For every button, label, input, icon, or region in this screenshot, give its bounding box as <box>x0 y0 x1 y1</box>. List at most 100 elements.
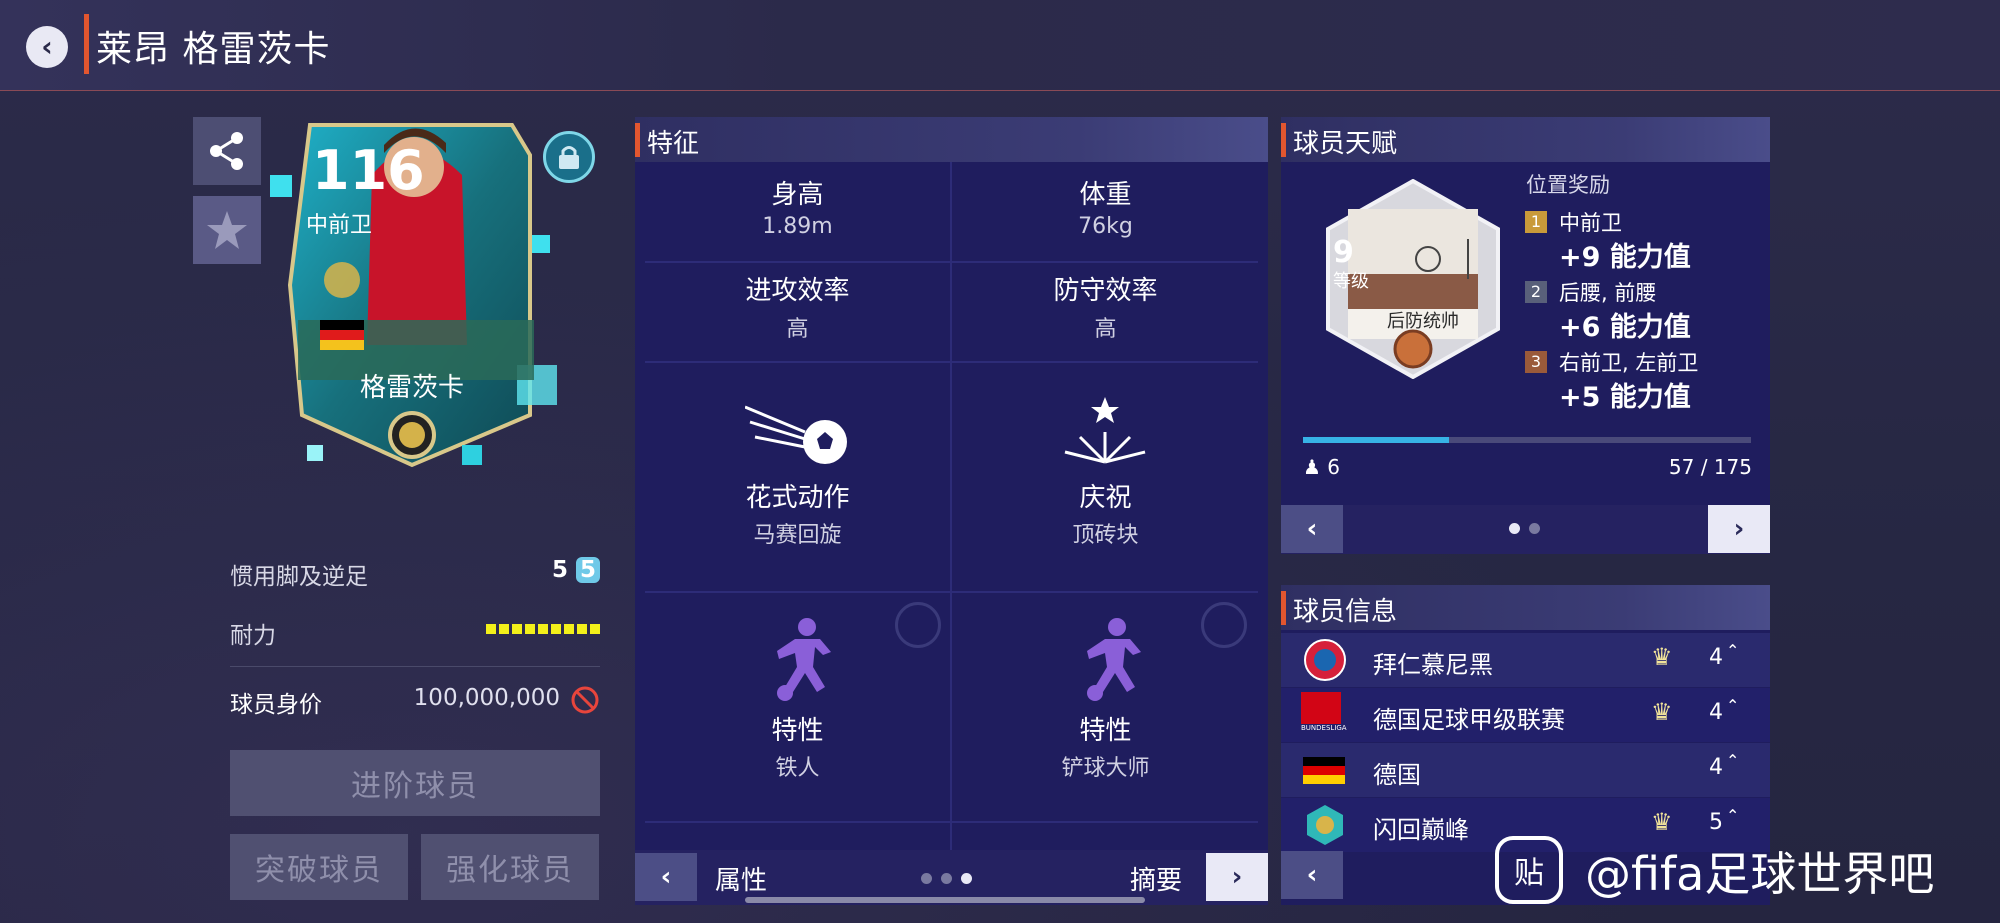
watermark-text: @fifa足球世界吧 <box>1585 847 1935 901</box>
attributes-tab[interactable]: 属性 <box>715 860 767 897</box>
page-dot <box>1529 523 1540 534</box>
talent-progress-track <box>1303 437 1751 443</box>
bonus-rank: 1 <box>1525 211 1547 233</box>
info-row-level: 4 <box>1709 755 1723 780</box>
back-button[interactable]: ‹ <box>26 26 68 68</box>
info-row[interactable]: 德国 4 ⌃ <box>1281 743 1770 797</box>
talent-panel: 球员天赋 9 等级 后防统帅 位置奖励 1 中前卫 +9 能力值 2 后腰, 前腰 +6 … <box>1281 117 1770 554</box>
bonus-position: 右前卫, 左前卫 <box>1559 351 1699 375</box>
attack-label: 进攻效率 <box>745 276 850 306</box>
swap-icon[interactable] <box>895 602 941 648</box>
info-row-name: 闪回巅峰 <box>1373 816 1469 844</box>
height-value: 1.89m <box>762 214 833 239</box>
bonus-position: 中前卫 <box>1559 211 1622 235</box>
lock-button[interactable] <box>543 131 595 183</box>
weight-value: 76kg <box>1078 214 1133 239</box>
crown-icon: ♛ <box>1651 643 1673 671</box>
chevron-left-icon: ‹ <box>1306 860 1318 890</box>
crown-icon: ♛ <box>1651 808 1673 836</box>
card-player-name: 格雷茨卡 <box>359 373 464 403</box>
page-title: 莱昂 格雷茨卡 <box>96 29 331 70</box>
talent-prev-button[interactable]: ‹ <box>1281 505 1343 553</box>
chevron-left-icon: ‹ <box>660 862 672 892</box>
trait2-label: 特性 <box>1079 716 1132 746</box>
person-icon: ♟ <box>1303 455 1321 479</box>
talent-next-button[interactable]: › <box>1708 505 1770 553</box>
divider <box>230 666 600 667</box>
lock-icon <box>559 146 579 169</box>
traits-title: 特征 <box>647 129 700 159</box>
info-title: 球员信息 <box>1293 597 1398 627</box>
player-card[interactable]: 116 中前卫 格雷茨卡 <box>262 115 592 475</box>
crown-icon: ♛ <box>1651 698 1673 726</box>
trait1-label: 特性 <box>771 716 824 746</box>
defense-value: 高 <box>1094 317 1117 342</box>
no-trade-icon <box>570 685 600 721</box>
info-row-level: 4 <box>1709 700 1723 725</box>
traits-next-button[interactable]: › <box>1206 853 1268 901</box>
card-position: 中前卫 <box>306 213 373 238</box>
stamina-segment <box>564 624 574 634</box>
stamina-row: 耐力 <box>230 616 600 650</box>
chevron-left-icon: ‹ <box>41 30 53 63</box>
stamina-segment <box>499 624 509 634</box>
share-button[interactable] <box>193 117 261 185</box>
info-row[interactable]: BUNDESLIGA 德国足球甲级联赛 ♛ 4 ⌃ <box>1281 688 1770 742</box>
info-row[interactable]: 拜仁慕尼黑 ♛ 4 ⌃ <box>1281 633 1770 687</box>
chevron-up-icon: ⌃ <box>1726 806 1740 825</box>
foot-strong-value: 5 <box>551 557 568 583</box>
talent-progress-fill <box>1303 437 1450 443</box>
trait-player-icon <box>1075 617 1145 706</box>
talent-level-num: 9 <box>1333 235 1354 270</box>
bonus-item: 3 右前卫, 左前卫 +5 能力值 <box>1525 347 1765 413</box>
trait1-value: 铁人 <box>775 756 820 781</box>
share-icon <box>210 132 243 170</box>
page-dot <box>1509 523 1520 534</box>
swap-icon[interactable] <box>1201 602 1247 648</box>
bonus-value: +5 能力值 <box>1559 382 1691 413</box>
traits-accent <box>635 123 640 157</box>
info-row-name: 德国足球甲级联赛 <box>1373 706 1565 734</box>
stamina-segment <box>538 624 548 634</box>
break-button[interactable]: 突破球员 <box>230 834 408 900</box>
price-row: 球员身价 100,000,000 <box>230 685 600 719</box>
bonus-title: 位置奖励 <box>1526 173 1610 197</box>
bonus-rank: 2 <box>1525 281 1547 303</box>
celebration-label: 庆祝 <box>1079 483 1132 513</box>
chevron-right-icon: › <box>1231 862 1243 892</box>
info-row-level: 4 <box>1709 645 1723 670</box>
nation-flag-icon <box>1303 757 1345 784</box>
stamina-segment <box>512 624 522 634</box>
price-value: 100,000,000 <box>413 685 560 711</box>
favorite-button[interactable] <box>193 196 261 264</box>
league-badge-text: BUNDESLIGA <box>1301 724 1347 732</box>
info-accent <box>1281 591 1286 625</box>
chevron-left-icon: ‹ <box>1306 514 1318 544</box>
stamina-segment <box>551 624 561 634</box>
chevron-up-icon: ⌃ <box>1726 696 1740 715</box>
celebration-icon <box>1055 397 1155 471</box>
celebration-value: 顶砖块 <box>1072 523 1139 548</box>
info-row-level: 5 <box>1709 810 1723 835</box>
bonus-item: 1 中前卫 +9 能力值 <box>1525 207 1765 273</box>
page-dot <box>941 873 952 884</box>
foot-values: 5 5 <box>552 557 600 583</box>
skill-label: 花式动作 <box>745 483 850 513</box>
chevron-up-icon: ⌃ <box>1726 751 1740 770</box>
page-dot <box>961 873 972 884</box>
league-badge-icon: BUNDESLIGA <box>1301 692 1349 738</box>
traits-header: 特征 <box>635 117 1268 162</box>
page-dot <box>921 873 932 884</box>
enhance-button[interactable]: 强化球员 <box>421 834 599 900</box>
club-badge-icon <box>1304 639 1346 681</box>
promote-button[interactable]: 进阶球员 <box>230 750 600 816</box>
talent-accent <box>1281 123 1286 157</box>
title-accent <box>84 14 89 74</box>
talent-header: 球员天赋 <box>1281 117 1770 162</box>
info-prev-button[interactable]: ‹ <box>1281 851 1343 899</box>
summary-tab[interactable]: 摘要 <box>1130 860 1182 897</box>
traits-prev-button[interactable]: ‹ <box>635 853 697 901</box>
trait-player-icon <box>765 617 835 706</box>
people-count: ♟ 6 <box>1303 455 1340 479</box>
scrollbar[interactable] <box>745 897 1145 903</box>
